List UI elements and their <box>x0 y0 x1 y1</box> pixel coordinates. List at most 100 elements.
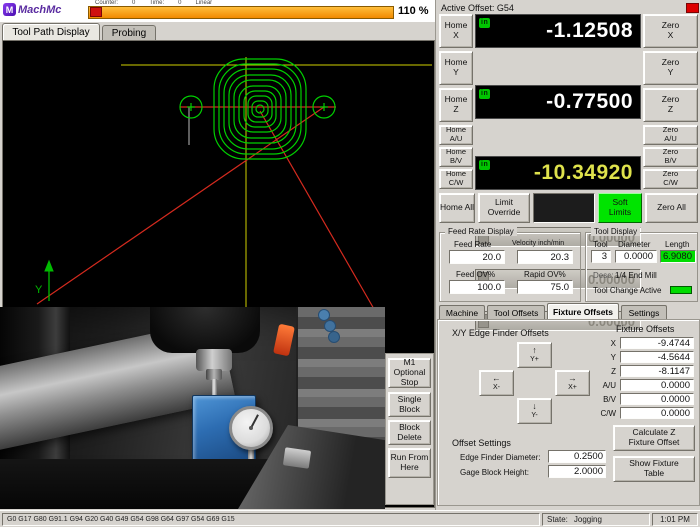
fx-z-label: Z <box>594 367 616 376</box>
fx-au-label: A/U <box>594 381 616 390</box>
single-block-button[interactable]: Single Block <box>388 392 431 417</box>
edge-finder-diameter-input[interactable] <box>548 450 606 463</box>
home-z-button[interactable]: Home Z <box>439 88 473 122</box>
tool-display-group-title: Tool Display <box>591 227 640 236</box>
zero-au-button[interactable]: Zero A/U <box>643 125 698 145</box>
fixture-offsets-title: Fixture Offsets <box>616 324 674 334</box>
fx-z-value: -8.1147 <box>620 365 694 377</box>
fx-bv-text: 0.0000 <box>661 394 690 405</box>
home-x-button[interactable]: Home X <box>439 14 473 48</box>
home-y-button[interactable]: Home Y <box>439 51 473 85</box>
tab-fixture-offsets[interactable]: Fixture Offsets <box>547 303 619 319</box>
spindle-nose <box>196 349 232 371</box>
coolant-hose <box>314 309 340 349</box>
message-display <box>533 193 595 223</box>
zero-y-button[interactable]: Zero Y <box>643 51 698 85</box>
fx-z-text: -8.1147 <box>658 366 690 377</box>
home-all-label: Home All <box>440 203 474 213</box>
velocity-text: 20.3 <box>551 252 570 263</box>
alarm-indicator-icon[interactable] <box>686 3 699 13</box>
length-label: Length <box>665 240 689 249</box>
calculate-z-fixture-offset-button[interactable]: Calculate Z Fixture Offset <box>613 425 695 451</box>
tab-probing[interactable]: Probing <box>102 25 156 40</box>
progress-bar <box>88 6 394 19</box>
show-fixture-table-button[interactable]: Show Fixture Table <box>613 456 695 482</box>
unit-in-badge: in <box>479 18 490 28</box>
feed-rate-value: 20.0 <box>449 250 505 264</box>
rapid-ov-label: Rapid OV% <box>524 270 566 279</box>
jog-y-plus-label: Y+ <box>530 356 539 364</box>
run-controls-panel: M1 Optional Stop Single Block Block Dele… <box>385 353 434 505</box>
tool-desc-label: Desc: <box>593 271 613 280</box>
dro-y-value: -0.77500 <box>546 90 633 114</box>
state-value: Jogging <box>574 515 602 524</box>
zero-z-axis: Z <box>668 105 673 115</box>
fx-x-value: -9.4744 <box>620 337 694 349</box>
optional-stop-button[interactable]: M1 Optional Stop <box>388 358 431 388</box>
gage-block-height-input[interactable] <box>548 465 606 478</box>
jog-y-plus-button[interactable]: ↑ Y+ <box>517 342 552 368</box>
zero-y-axis: Y <box>668 68 674 78</box>
home-cw-button[interactable]: Home C/W <box>439 169 473 189</box>
tool-length-text: 6.9080 <box>663 251 692 262</box>
webcam-view <box>0 307 385 509</box>
dro-x: in -1.12508 <box>475 14 641 48</box>
status-bar: G0 G17 G80 G91.1 G94 G20 G40 G49 G54 G98… <box>0 510 700 527</box>
diameter-label: Diameter <box>618 240 650 249</box>
jog-y-minus-button[interactable]: ↓ Y- <box>517 398 552 424</box>
dro-x-value: -1.12508 <box>546 19 633 43</box>
edge-finder-title: X/Y Edge Finder Offsets <box>452 328 549 338</box>
limit-override-button[interactable]: Limit Override <box>478 193 530 223</box>
dial-center-icon <box>249 426 253 430</box>
gage-block-height-label: Gage Block Height: <box>460 468 529 477</box>
run-from-here-button[interactable]: Run From Here <box>388 448 431 478</box>
zero-all-button[interactable]: Zero All <box>645 193 698 223</box>
tab-tool-path-display[interactable]: Tool Path Display <box>2 23 100 40</box>
arrow-left-icon: ← <box>492 374 501 384</box>
fx-cw-value: 0.0000 <box>620 407 694 419</box>
tab-tool-offsets[interactable]: Tool Offsets <box>487 305 545 319</box>
clock-cell: 1:01 PM <box>652 513 698 526</box>
home-bv-button[interactable]: Home B/V <box>439 147 473 167</box>
block-delete-button[interactable]: Block Delete <box>388 420 431 445</box>
feed-rate-text: 20.0 <box>483 252 502 263</box>
tool-number-value: 3 <box>591 250 611 263</box>
zero-z-button[interactable]: Zero Z <box>643 88 698 122</box>
tab-machine-label: Machine <box>446 308 478 318</box>
tool-number-text: 3 <box>602 251 607 262</box>
arrow-down-icon: ↓ <box>532 402 536 412</box>
dro-z: in -10.34920 <box>475 156 641 190</box>
zero-bv-button[interactable]: Zero B/V <box>643 147 698 167</box>
jog-x-plus-button[interactable]: → X+ <box>555 370 590 396</box>
fx-cw-label: C/W <box>594 409 616 418</box>
feed-rate-group: Feed Rate Display Feed Rate Velocity inc… <box>439 232 581 302</box>
fx-y-value: -4.5644 <box>620 351 694 363</box>
jog-x-minus-label: X- <box>493 384 500 392</box>
single-block-label: Single Block <box>389 395 430 415</box>
feed-ov-text: 100.0 <box>477 282 501 293</box>
fx-x-text: -9.4744 <box>658 338 690 349</box>
dro-y: in -0.77500 <box>475 85 641 119</box>
stop-indicator-icon[interactable] <box>90 7 102 17</box>
fixture-tab-content: X/Y Edge Finder Offsets ↑ Y+ ← X- → X+ ↓… <box>437 319 700 506</box>
clock-text: 1:01 PM <box>660 515 690 524</box>
gcode-modal-text: G0 G17 G80 G91.1 G94 G20 G40 G49 G54 G98… <box>7 516 235 523</box>
arrow-up-icon: ↑ <box>532 346 536 356</box>
home-all-button[interactable]: Home All <box>439 193 475 223</box>
edge-finder-diameter-label: Edge Finder Diameter: <box>460 453 540 462</box>
orange-fixture-part <box>273 324 295 357</box>
jog-x-minus-button[interactable]: ← X- <box>479 370 514 396</box>
limit-override-label: Limit Override <box>484 198 524 218</box>
zero-cw-button[interactable]: Zero C/W <box>643 169 698 189</box>
state-label: State: <box>547 515 568 524</box>
soft-limits-button[interactable]: Soft Limits <box>598 193 642 223</box>
tool-length-value: 6.9080 <box>660 250 696 263</box>
jog-y-minus-label: Y- <box>531 412 537 420</box>
fx-bv-value: 0.0000 <box>620 393 694 405</box>
feed-rate-label: Feed Rate <box>454 240 491 249</box>
tab-machine[interactable]: Machine <box>439 305 485 319</box>
tab-settings[interactable]: Settings <box>621 305 667 319</box>
block-delete-label: Block Delete <box>389 423 430 443</box>
zero-x-button[interactable]: Zero X <box>643 14 698 48</box>
home-au-button[interactable]: Home A/U <box>439 125 473 145</box>
